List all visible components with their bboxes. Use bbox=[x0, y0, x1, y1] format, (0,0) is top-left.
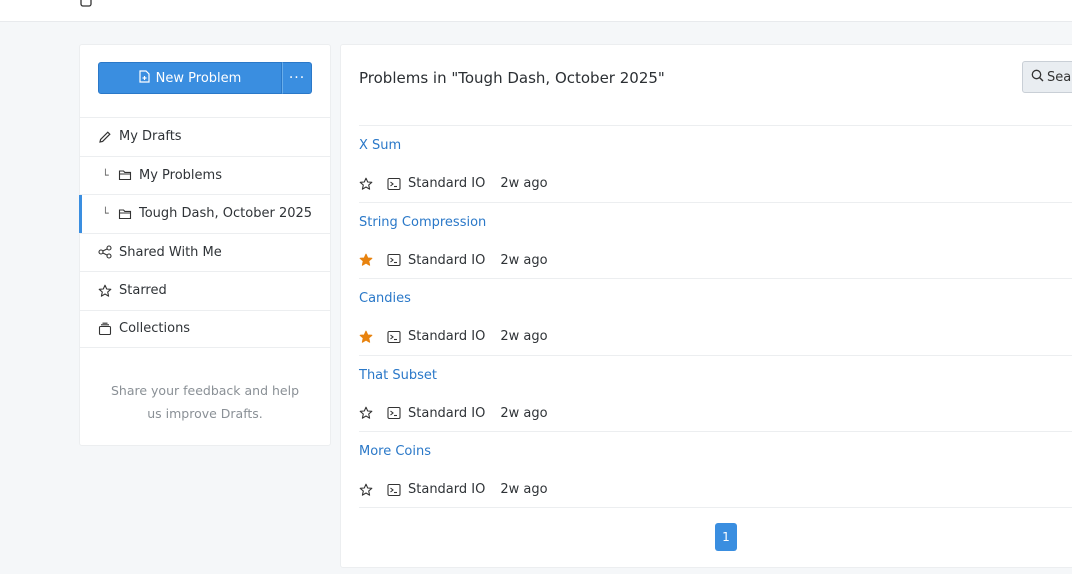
io-type: Standard IO bbox=[408, 405, 486, 421]
terminal-icon bbox=[387, 253, 401, 267]
terminal-icon bbox=[387, 483, 401, 497]
search-button[interactable]: Search bbox=[1022, 61, 1072, 93]
search-label: Search bbox=[1047, 69, 1072, 85]
folder-icon bbox=[118, 168, 132, 182]
sidebar-item-tough-dash[interactable]: └ Tough Dash, October 2025 bbox=[79, 194, 330, 233]
timestamp: 2w ago bbox=[500, 176, 548, 191]
pagination-page-1[interactable]: 1 bbox=[715, 523, 737, 551]
problem-meta: Standard IO 2w ago bbox=[359, 482, 548, 497]
problem-link[interactable]: That Subset bbox=[359, 368, 437, 383]
problem-link[interactable]: More Coins bbox=[359, 444, 431, 459]
terminal-icon bbox=[387, 177, 401, 191]
problem-link[interactable]: String Compression bbox=[359, 215, 486, 230]
problem-link[interactable]: Candies bbox=[359, 291, 411, 306]
timestamp: 2w ago bbox=[500, 329, 548, 344]
star-filled-icon[interactable] bbox=[359, 330, 373, 344]
tree-branch-icon: └ bbox=[102, 168, 109, 182]
tree-branch-icon: └ bbox=[102, 207, 109, 221]
sidebar-item-starred[interactable]: Starred bbox=[80, 271, 330, 310]
list-item: That Subset Standard IO 2w ago bbox=[359, 354, 1072, 432]
problem-list: X Sum Standard IO 2w ago String Compress… bbox=[359, 125, 1072, 508]
terminal-icon bbox=[387, 330, 401, 344]
sidebar-item-collections[interactable]: Collections bbox=[80, 309, 330, 348]
sidebar-item-label: Shared With Me bbox=[119, 244, 222, 260]
top-bar bbox=[0, 0, 1072, 22]
pencil-icon bbox=[98, 130, 112, 144]
new-problem-button[interactable]: New Problem bbox=[98, 62, 282, 94]
sidebar-item-label: My Problems bbox=[139, 167, 222, 183]
sidebar-item-label: Starred bbox=[119, 283, 167, 299]
star-outline-icon[interactable] bbox=[359, 406, 373, 420]
page-title: Problems in "Tough Dash, October 2025" bbox=[359, 69, 665, 87]
timestamp: 2w ago bbox=[500, 252, 548, 268]
list-item: Candies Standard IO 2w ago bbox=[359, 278, 1072, 355]
sidebar-item-my-problems[interactable]: └ My Problems bbox=[80, 155, 330, 195]
io-type: Standard IO bbox=[408, 329, 486, 344]
share-icon bbox=[98, 245, 112, 259]
list-item: String Compression Standard IO 2w ago bbox=[359, 201, 1072, 279]
sidebar: New Problem ··· My Drafts └ My Problems … bbox=[79, 44, 331, 446]
timestamp: 2w ago bbox=[500, 482, 548, 497]
new-problem-label: New Problem bbox=[155, 70, 242, 86]
sidebar-item-my-drafts[interactable]: My Drafts bbox=[80, 117, 330, 156]
star-outline-icon[interactable] bbox=[359, 483, 373, 497]
search-icon bbox=[1031, 69, 1044, 86]
logo-icon[interactable] bbox=[80, 0, 98, 7]
problem-meta: Standard IO 2w ago bbox=[359, 253, 548, 268]
io-type: Standard IO bbox=[408, 176, 486, 191]
more-options-button[interactable]: ··· bbox=[282, 62, 312, 94]
main-panel: Problems in "Tough Dash, October 2025" S… bbox=[340, 44, 1072, 568]
sidebar-item-label: Collections bbox=[119, 321, 191, 337]
io-type: Standard IO bbox=[408, 252, 486, 268]
problem-meta: Standard IO 2w ago bbox=[359, 406, 548, 421]
problem-link[interactable]: X Sum bbox=[359, 138, 401, 153]
io-type: Standard IO bbox=[408, 482, 486, 497]
sidebar-item-shared-with-me[interactable]: Shared With Me bbox=[80, 232, 330, 272]
list-item: More Coins Standard IO 2w ago bbox=[359, 431, 1072, 508]
problem-meta: Standard IO 2w ago bbox=[359, 176, 548, 191]
collections-icon bbox=[98, 322, 112, 336]
new-problem-button-group: New Problem ··· bbox=[98, 62, 312, 94]
sidebar-item-label: Tough Dash, October 2025 bbox=[139, 206, 313, 222]
star-filled-icon[interactable] bbox=[359, 253, 373, 267]
timestamp: 2w ago bbox=[500, 405, 548, 421]
star-outline-icon[interactable] bbox=[359, 177, 373, 191]
star-icon bbox=[98, 284, 112, 298]
folder-icon bbox=[118, 207, 132, 221]
terminal-icon bbox=[387, 406, 401, 420]
sidebar-item-label: My Drafts bbox=[119, 129, 182, 145]
problem-meta: Standard IO 2w ago bbox=[359, 329, 548, 344]
new-file-icon bbox=[139, 69, 150, 87]
list-item: X Sum Standard IO 2w ago bbox=[359, 125, 1072, 202]
feedback-text: Share your feedback and help us improve … bbox=[110, 383, 300, 421]
sidebar-nav: My Drafts └ My Problems └ Tough Dash, Oc… bbox=[79, 117, 330, 348]
